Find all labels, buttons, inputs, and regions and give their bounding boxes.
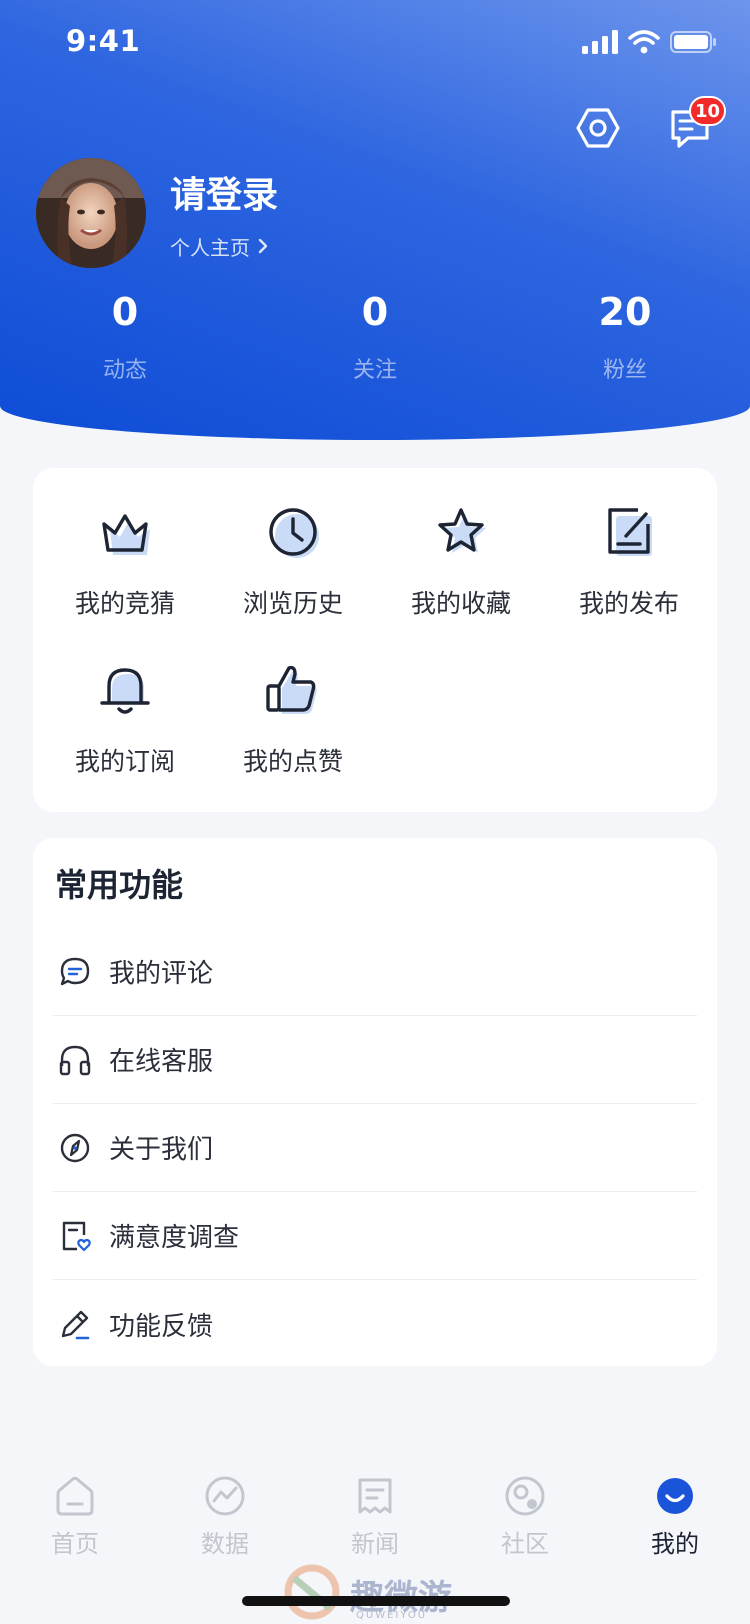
- home-icon: [56, 1476, 94, 1516]
- stat-following[interactable]: 0 关注: [250, 290, 500, 384]
- headset-icon: [57, 1042, 93, 1078]
- profile-text: 请登录 个人主页: [170, 166, 278, 261]
- tab-data[interactable]: 数据: [150, 1474, 300, 1570]
- grid-item-my-subscriptions[interactable]: 我的订阅: [40, 658, 210, 778]
- stat-label: 关注: [352, 358, 397, 383]
- function-label: 我的评论: [109, 959, 214, 989]
- section-title: 常用功能: [55, 866, 184, 904]
- tab-mine[interactable]: 我的: [600, 1474, 750, 1570]
- header-actions: 10: [574, 96, 726, 152]
- battery-icon: [670, 31, 716, 53]
- stat-value: 0: [361, 290, 389, 334]
- edit-document-icon: [608, 508, 652, 556]
- tab-label: 数据: [201, 1530, 249, 1558]
- home-indicator: [242, 1596, 510, 1606]
- tab-community[interactable]: 社区: [450, 1474, 600, 1570]
- stat-label: 动态: [102, 358, 147, 383]
- function-label: 在线客服: [109, 1047, 214, 1077]
- chart-icon: [205, 1476, 245, 1516]
- tab-label: 社区: [501, 1530, 549, 1558]
- grid-item-label: 浏览历史: [242, 589, 343, 618]
- common-functions-card: 常用功能 我的评论 在线客服 关于我们 满意度调查 功能反馈: [33, 838, 717, 1366]
- function-label: 满意度调查: [109, 1223, 240, 1253]
- grid-item-my-guesses[interactable]: 我的竞猜: [40, 500, 210, 620]
- thumbs-up-icon: [266, 665, 317, 714]
- stat-posts[interactable]: 0 动态: [0, 290, 250, 384]
- function-item-about-us[interactable]: 关于我们: [53, 1104, 697, 1192]
- comment-icon: [57, 954, 93, 990]
- tab-label: 我的: [651, 1530, 699, 1558]
- grid-item-my-likes[interactable]: 我的点赞: [208, 658, 378, 778]
- status-icons: [582, 30, 718, 54]
- profile-summary[interactable]: 请登录 个人主页: [36, 158, 278, 268]
- grid-item-label: 我的订阅: [74, 747, 175, 776]
- personal-homepage-link[interactable]: 个人主页: [170, 232, 278, 261]
- function-list: 我的评论 在线客服 关于我们 满意度调查 功能反馈: [53, 928, 697, 1368]
- grid-item-label: 我的竞猜: [74, 589, 175, 618]
- function-item-online-service[interactable]: 在线客服: [53, 1016, 697, 1104]
- grid-item-browse-history[interactable]: 浏览历史: [208, 500, 378, 620]
- avatar-portrait-image: [36, 158, 146, 268]
- news-icon: [358, 1478, 392, 1514]
- grid-item-label: 我的点赞: [242, 747, 343, 776]
- survey-heart-icon: [57, 1218, 93, 1254]
- crown-icon: [102, 514, 150, 555]
- function-item-feedback[interactable]: 功能反馈: [53, 1280, 697, 1368]
- pencil-icon: [57, 1306, 93, 1342]
- bottom-tab-bar: 首页 数据 新闻 社区 我的: [0, 1474, 750, 1570]
- star-icon: [438, 508, 486, 553]
- watermark-mark-icon: [284, 1564, 340, 1620]
- cellular-signal-icon: [582, 30, 618, 54]
- community-icon: [505, 1476, 545, 1516]
- function-label: 功能反馈: [109, 1311, 214, 1342]
- wifi-icon: [628, 30, 660, 54]
- stat-value: 20: [598, 290, 652, 334]
- grid-item-label: 我的收藏: [410, 589, 511, 618]
- messages-button[interactable]: 10: [666, 96, 726, 152]
- personal-homepage-label: 个人主页: [170, 235, 250, 260]
- watermark-subtext: QUWEIYOU: [356, 1610, 428, 1621]
- function-item-satisfaction-survey[interactable]: 满意度调查: [53, 1192, 697, 1280]
- watermark-logo: 趣微游 QUWEIYOU: [284, 1560, 474, 1624]
- avatar[interactable]: [36, 158, 146, 268]
- tab-label: 新闻: [351, 1530, 399, 1558]
- status-bar: 9:41: [0, 0, 750, 88]
- clock-icon: [269, 508, 319, 558]
- stat-label: 粉丝: [602, 358, 647, 383]
- settings-button[interactable]: [574, 104, 622, 152]
- chevron-right-icon: [258, 238, 268, 254]
- profile-header: 9:41 10 请登录 个人主页 0 动态 0 关注 20 粉丝: [0, 0, 750, 440]
- grid-item-my-posts[interactable]: 我的发布: [544, 500, 714, 620]
- function-label: 关于我们: [109, 1135, 214, 1165]
- status-time: 9:41: [66, 24, 141, 58]
- stat-followers[interactable]: 20 粉丝: [500, 290, 750, 384]
- quick-actions-card: 我的竞猜 浏览历史 我的收藏 我的发布 我的订阅 我的点赞: [33, 468, 717, 812]
- login-prompt[interactable]: 请登录: [170, 166, 278, 218]
- tab-news[interactable]: 新闻: [300, 1474, 450, 1570]
- bell-icon: [100, 668, 150, 714]
- stat-value: 0: [111, 290, 139, 334]
- grid-item-my-favorites[interactable]: 我的收藏: [376, 500, 546, 620]
- profile-icon: [657, 1478, 693, 1514]
- function-item-my-comments[interactable]: 我的评论: [53, 928, 697, 1016]
- tab-home[interactable]: 首页: [0, 1474, 150, 1570]
- notification-badge: 10: [688, 96, 726, 126]
- compass-icon: [57, 1130, 93, 1166]
- tab-label: 首页: [51, 1530, 99, 1558]
- grid-item-label: 我的发布: [578, 589, 679, 618]
- stats-row: 0 动态 0 关注 20 粉丝: [0, 290, 750, 384]
- settings-hexagon-icon: [576, 108, 620, 148]
